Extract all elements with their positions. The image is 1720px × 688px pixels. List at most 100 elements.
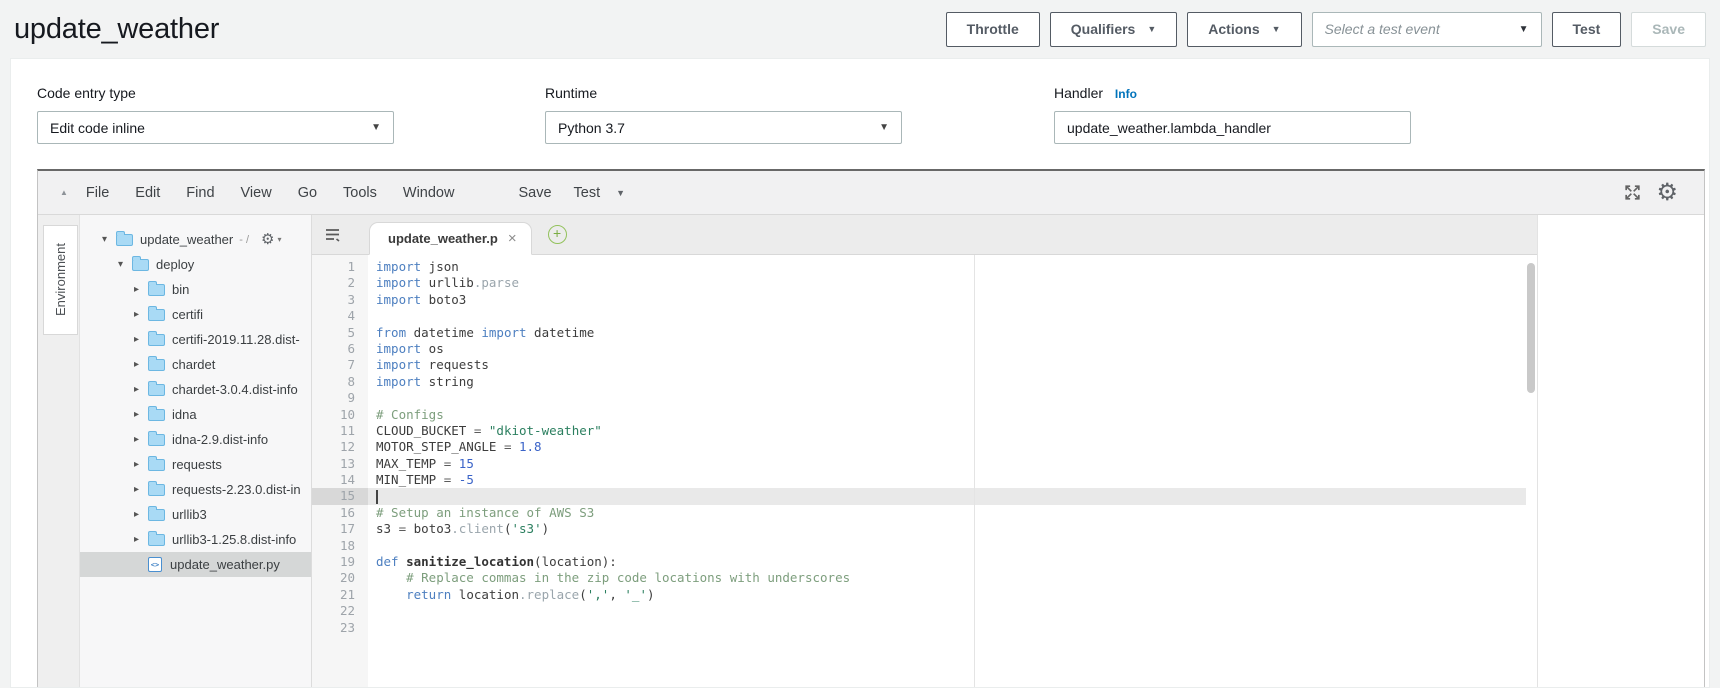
tree-item-certifi[interactable]: ▸certifi: [80, 302, 311, 327]
code-line-19[interactable]: def sanitize_location(location):: [376, 554, 1526, 570]
editor-test-menu[interactable]: Test: [574, 185, 601, 201]
code-line-1[interactable]: import json: [376, 259, 1526, 275]
menu-go[interactable]: Go: [298, 185, 317, 201]
settings-gear-icon[interactable]: ⚙: [261, 232, 274, 247]
chevron-down-icon[interactable]: ▾: [277, 235, 281, 244]
code-line-11[interactable]: CLOUD_BUCKET = "dkiot-weather": [376, 423, 1526, 439]
expand-caret-icon[interactable]: ▸: [134, 484, 148, 495]
chevron-down-icon: ▼: [371, 122, 381, 133]
actions-button[interactable]: Actions ▼: [1187, 12, 1301, 47]
tree-item-requests[interactable]: ▸ requests: [80, 452, 311, 477]
collapse-caret-icon[interactable]: ▾: [102, 234, 116, 245]
collapse-editor-icon[interactable]: ▲: [60, 188, 68, 197]
code-line-23[interactable]: [376, 620, 1526, 636]
line-number: 16: [312, 505, 368, 521]
expand-caret-icon[interactable]: ▸: [134, 534, 148, 545]
tree-item-requests-2.23.0.dist-in[interactable]: ▸requests-2.23.0.dist-in: [80, 477, 311, 502]
chevron-down-icon: ▼: [1147, 25, 1156, 34]
code-line-16[interactable]: # Setup an instance of AWS S3: [376, 505, 1526, 521]
environment-tab[interactable]: Environment: [43, 225, 78, 335]
code-line-18[interactable]: [376, 538, 1526, 554]
code-line-17[interactable]: s3 = boto3.client('s3'): [376, 521, 1526, 537]
code-entry-type-select[interactable]: Edit code inline ▼: [37, 111, 394, 144]
file-tree: ▾update_weather- /⚙▾▾deploy▸bin▸certifi▸…: [80, 215, 312, 688]
handler-info-link[interactable]: Info: [1115, 87, 1137, 101]
collapse-caret-icon[interactable]: ▾: [118, 259, 132, 270]
tree-item-label: deploy: [156, 257, 194, 272]
chevron-down-icon: ▼: [879, 122, 889, 133]
save-button[interactable]: Save: [1631, 12, 1706, 47]
menu-edit[interactable]: Edit: [135, 185, 160, 201]
tree-item-idna-2.9.dist-info[interactable]: ▸idna-2.9.dist-info: [80, 427, 311, 452]
menu-file[interactable]: File: [86, 185, 109, 201]
menu-find[interactable]: Find: [186, 185, 214, 201]
expand-caret-icon[interactable]: ▸: [134, 284, 148, 295]
qualifiers-button[interactable]: Qualifiers ▼: [1050, 12, 1178, 47]
tree-item-label: requests: [172, 457, 222, 472]
throttle-button[interactable]: Throttle: [946, 12, 1040, 47]
code-line-5[interactable]: from datetime import datetime: [376, 325, 1526, 341]
code-line-9[interactable]: [376, 390, 1526, 406]
line-number: 10: [312, 407, 368, 423]
folder-icon: [148, 409, 165, 421]
line-number: 14: [312, 472, 368, 488]
tree-item-update_weather[interactable]: ▾update_weather- /⚙▾: [80, 227, 311, 252]
editor-save-menu[interactable]: Save: [518, 185, 551, 201]
runtime-select[interactable]: Python 3.7 ▼: [545, 111, 902, 144]
test-button[interactable]: Test: [1552, 12, 1622, 47]
code-line-10[interactable]: # Configs: [376, 407, 1526, 423]
code-line-6[interactable]: import os: [376, 341, 1526, 357]
code-line-15[interactable]: [368, 488, 1526, 504]
handler-input[interactable]: [1054, 111, 1411, 144]
page-header: update_weather Throttle Qualifiers ▼ Act…: [0, 0, 1720, 58]
tree-item-urllib3-1.25.8.dist-info[interactable]: ▸urllib3-1.25.8.dist-info: [80, 527, 311, 552]
tree-item-urllib3[interactable]: ▸urllib3: [80, 502, 311, 527]
code-line-2[interactable]: import urllib.parse: [376, 275, 1526, 291]
expand-caret-icon[interactable]: ▸: [134, 334, 148, 345]
expand-caret-icon[interactable]: ▸: [134, 384, 148, 395]
code-entry-type-field: Code entry type Edit code inline ▼: [37, 85, 394, 144]
test-event-select[interactable]: Select a test event ▼: [1312, 12, 1542, 47]
tree-item-chardet[interactable]: ▸chardet: [80, 352, 311, 377]
menu-window[interactable]: Window: [403, 185, 455, 201]
folder-icon: [148, 509, 165, 521]
settings-gear-icon[interactable]: ⚙: [1656, 181, 1678, 205]
close-icon[interactable]: ×: [508, 231, 517, 246]
tree-item-deploy[interactable]: ▾ deploy: [80, 252, 311, 277]
folder-icon: [148, 334, 165, 346]
tree-item-bin[interactable]: ▸bin: [80, 277, 311, 302]
expand-caret-icon[interactable]: ▸: [134, 409, 148, 420]
expand-caret-icon[interactable]: ▸: [134, 434, 148, 445]
tree-item-update_weather.py[interactable]: <>update_weather.py: [80, 552, 311, 577]
handler-label-text: Handler: [1054, 85, 1103, 101]
editor-menus: File Edit Find View Go Tools Window: [86, 185, 455, 201]
menu-tools[interactable]: Tools: [343, 185, 377, 201]
menu-view[interactable]: View: [241, 185, 272, 201]
code-line-20[interactable]: # Replace commas in the zip code locatio…: [376, 570, 1526, 586]
expand-caret-icon[interactable]: ▸: [134, 459, 148, 470]
code-line-22[interactable]: [376, 603, 1526, 619]
editor-tab[interactable]: update_weather.p ×: [369, 222, 532, 255]
code-content[interactable]: import jsonimport urllib.parseimport bot…: [368, 255, 1526, 688]
tree-item-certifi-2019.11.28.dist-[interactable]: ▸certifi-2019.11.28.dist-: [80, 327, 311, 352]
folder-icon: [132, 259, 149, 271]
tree-item-chardet-3.0.4.dist-info[interactable]: ▸chardet-3.0.4.dist-info: [80, 377, 311, 402]
fullscreen-icon[interactable]: [1623, 183, 1642, 202]
expand-caret-icon[interactable]: ▸: [134, 309, 148, 320]
expand-caret-icon[interactable]: ▸: [134, 359, 148, 370]
new-tab-icon[interactable]: +: [548, 225, 567, 244]
chevron-down-icon[interactable]: ▼: [616, 188, 625, 198]
code-line-12[interactable]: MOTOR_STEP_ANGLE = 1.8: [376, 439, 1526, 455]
code-line-13[interactable]: MAX_TEMP = 15: [376, 456, 1526, 472]
expand-caret-icon[interactable]: ▸: [134, 509, 148, 520]
code-line-14[interactable]: MIN_TEMP = -5: [376, 472, 1526, 488]
code-area[interactable]: 1234567891011121314151617181920212223 im…: [312, 255, 1537, 688]
code-line-7[interactable]: import requests: [376, 357, 1526, 373]
editor-scrollbar[interactable]: [1527, 263, 1535, 393]
code-line-21[interactable]: return location.replace(',', '_'): [376, 587, 1526, 603]
tree-item-idna[interactable]: ▸idna: [80, 402, 311, 427]
code-line-3[interactable]: import boto3: [376, 292, 1526, 308]
open-files-list-icon[interactable]: [324, 227, 341, 242]
code-line-4[interactable]: [376, 308, 1526, 324]
code-line-8[interactable]: import string: [376, 374, 1526, 390]
